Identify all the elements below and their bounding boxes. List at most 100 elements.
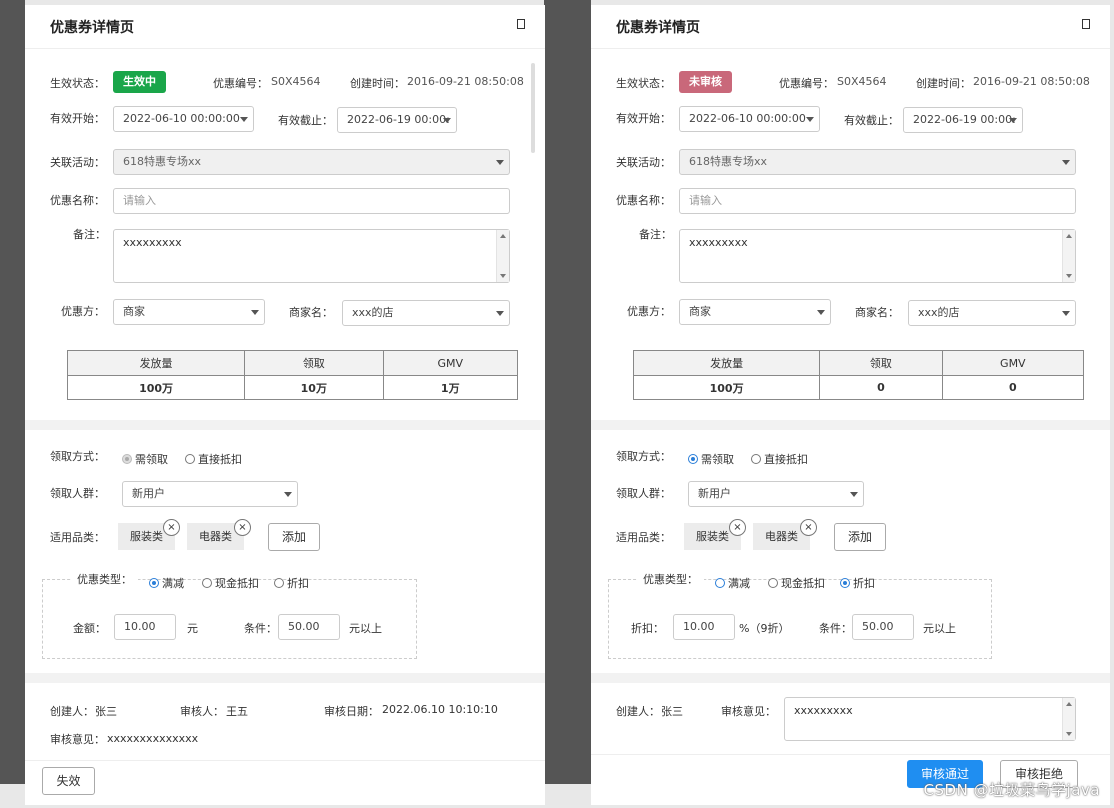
activity-select[interactable]: 618特惠专场xx	[679, 149, 1076, 175]
party-select[interactable]: 商家	[113, 299, 265, 325]
chevron-down-icon	[284, 492, 292, 497]
radio-label: 现金抵扣	[215, 577, 259, 590]
textarea-scrollbar[interactable]	[496, 230, 509, 282]
radio-direct-deduct[interactable]: 直接抵扣	[751, 451, 808, 467]
name-label: 优惠名称：	[50, 194, 105, 207]
type-label: 优惠类型：	[637, 571, 704, 587]
chevron-down-icon	[806, 117, 814, 122]
end-date-select[interactable]: 2022-06-19 00:00:	[337, 107, 457, 133]
coupon-name-input[interactable]: 请输入	[113, 188, 510, 214]
activity-select[interactable]: 618特惠专场xx	[113, 149, 510, 175]
opinion-label: 审核意见：	[50, 733, 105, 746]
creator-label: 创建人：	[616, 705, 660, 718]
radio-icon	[768, 578, 778, 588]
merchant-select[interactable]: xxx的店	[908, 300, 1076, 326]
amount-input[interactable]: 10.00	[114, 614, 176, 640]
close-icon[interactable]: ×	[234, 519, 251, 536]
amount-unit: 元	[187, 622, 198, 635]
created-time: 2016-09-21 08:50:08	[407, 75, 524, 88]
category-label: 适用品类：	[50, 531, 105, 544]
created-label: 创建时间：	[916, 77, 971, 90]
radio-cash[interactable]: 现金抵扣	[202, 575, 259, 591]
radio-full-reduction[interactable]: 满减	[149, 575, 184, 591]
radio-icon	[202, 578, 212, 588]
crowd-select[interactable]: 新用户	[688, 481, 864, 507]
table-cell: 10万	[244, 375, 384, 400]
activity-label: 关联活动：	[50, 156, 105, 169]
radio-discount[interactable]: 折扣	[274, 575, 309, 591]
radio-label: 现金抵扣	[781, 577, 825, 590]
radio-icon	[149, 578, 159, 588]
merchant-value: xxx的店	[918, 306, 960, 319]
chevron-down-icon	[240, 117, 248, 122]
created-time: 2016-09-21 08:50:08	[973, 75, 1090, 88]
remark-textarea[interactable]: xxxxxxxxx	[679, 229, 1076, 283]
radio-label: 折扣	[853, 577, 875, 590]
scrollbar[interactable]	[531, 63, 535, 153]
status-label: 生效状态：	[50, 77, 105, 90]
end-date-value: 2022-06-19 00:00:	[347, 113, 450, 126]
add-category-button[interactable]: 添加	[268, 523, 320, 551]
radio-need-claim[interactable]: 需领取	[122, 451, 168, 467]
condition-label: 条件：	[244, 622, 277, 635]
maximize-icon[interactable]	[1082, 19, 1090, 29]
table-header: GMV	[382, 350, 518, 376]
radio-label: 直接抵扣	[198, 453, 242, 466]
type-label: 优惠类型：	[71, 571, 138, 587]
radio-icon	[715, 578, 725, 588]
coupon-type-fieldset	[608, 579, 992, 659]
chevron-down-icon	[251, 310, 259, 315]
merchant-value: xxx的店	[352, 306, 394, 319]
remark-textarea[interactable]: xxxxxxxxx	[113, 229, 510, 283]
creator: 张三	[661, 705, 683, 718]
reviewer-label: 审核人：	[180, 705, 224, 718]
close-icon[interactable]: ×	[729, 519, 746, 536]
chevron-down-icon	[1009, 118, 1017, 123]
merchant-select[interactable]: xxx的店	[342, 300, 510, 326]
coupon-name-input[interactable]: 请输入	[679, 188, 1076, 214]
table-header: 发放量	[66, 350, 246, 376]
radio-label: 需领取	[135, 453, 168, 466]
start-date-select[interactable]: 2022-06-10 00:00:00	[679, 106, 820, 132]
condition-unit: 元以上	[923, 622, 956, 635]
background-strip-middle	[544, 0, 591, 784]
party-select[interactable]: 商家	[679, 299, 831, 325]
category-label: 适用品类：	[616, 531, 671, 544]
end-date-select[interactable]: 2022-06-19 00:00:	[903, 107, 1023, 133]
condition-input[interactable]: 50.00	[852, 614, 914, 640]
opinion: xxxxxxxxxxxxxx	[107, 732, 199, 745]
table-header: 发放量	[632, 350, 821, 376]
condition-input[interactable]: 50.00	[278, 614, 340, 640]
start-date-select[interactable]: 2022-06-10 00:00:00	[113, 106, 254, 132]
crowd-value: 新用户	[698, 487, 731, 500]
maximize-icon[interactable]	[517, 19, 525, 29]
activity-value: 618特惠专场xx	[689, 155, 768, 168]
radio-label: 需领取	[701, 453, 734, 466]
discount-input[interactable]: 10.00	[673, 614, 735, 640]
page-title: 优惠券详情页	[616, 20, 700, 36]
close-icon[interactable]: ×	[163, 519, 180, 536]
close-icon[interactable]: ×	[800, 519, 817, 536]
radio-discount[interactable]: 折扣	[840, 575, 875, 591]
divider	[25, 48, 545, 49]
table-header: GMV	[941, 350, 1085, 376]
crowd-label: 领取人群：	[50, 487, 105, 500]
amount-label: 金额：	[73, 622, 106, 635]
coupon-detail-panel-active: 优惠券详情页 生效状态： 生效中 优惠编号： S0X4564 创建时间： 201…	[25, 5, 545, 805]
chevron-down-icon	[850, 492, 858, 497]
table-cell: 0	[941, 375, 1085, 400]
coupon-detail-panel-pending: 优惠券详情页 生效状态： 未审核 优惠编号： S0X4564 创建时间： 201…	[591, 5, 1110, 805]
radio-need-claim[interactable]: 需领取	[688, 451, 734, 467]
textarea-scrollbar[interactable]	[1062, 698, 1075, 740]
textarea-scrollbar[interactable]	[1062, 230, 1075, 282]
discount-unit: %（9折）	[739, 622, 790, 635]
opinion-value: xxxxxxxxx	[794, 704, 853, 717]
invalidate-button[interactable]: 失效	[42, 767, 95, 795]
radio-direct-deduct[interactable]: 直接抵扣	[185, 451, 242, 467]
radio-full-reduction[interactable]: 满减	[715, 575, 750, 591]
crowd-select[interactable]: 新用户	[122, 481, 298, 507]
radio-cash[interactable]: 现金抵扣	[768, 575, 825, 591]
add-category-button[interactable]: 添加	[834, 523, 886, 551]
creator-label: 创建人：	[50, 705, 94, 718]
opinion-textarea[interactable]: xxxxxxxxx	[784, 697, 1076, 741]
